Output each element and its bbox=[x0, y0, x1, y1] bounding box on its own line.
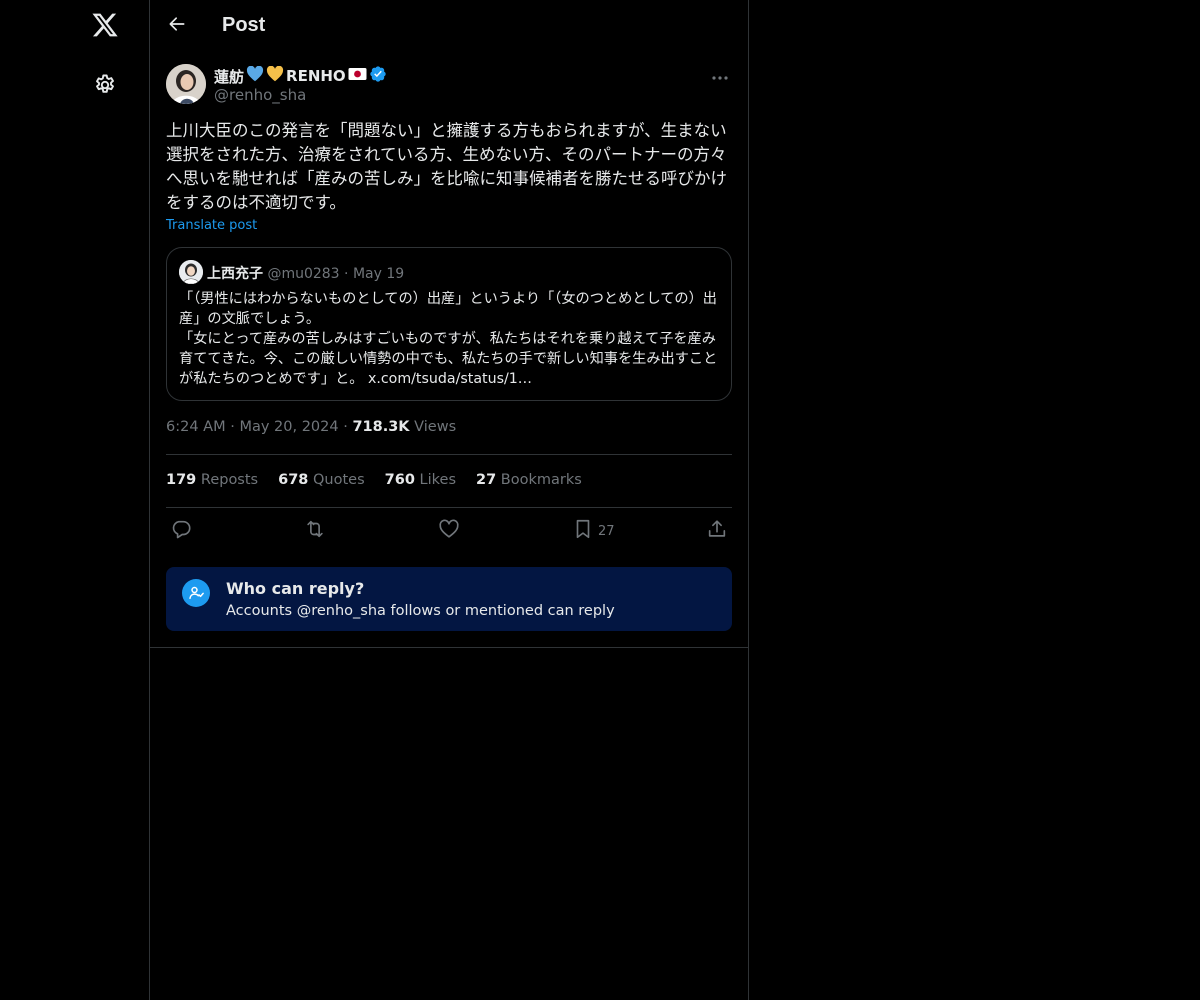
quotes-label: Quotes bbox=[313, 472, 365, 488]
divider bbox=[150, 647, 748, 648]
left-nav-rail bbox=[0, 0, 150, 1000]
author-handle[interactable]: @renho_sha bbox=[214, 86, 306, 104]
more-horizontal-icon bbox=[711, 66, 729, 85]
quote-author-name: 上西充子 bbox=[207, 266, 263, 282]
divider bbox=[166, 454, 732, 455]
quote-separator: · bbox=[344, 266, 353, 282]
reply-icon bbox=[170, 518, 192, 544]
bookmarks-label: Bookmarks bbox=[500, 472, 582, 488]
translate-post-link[interactable]: Translate post bbox=[166, 218, 257, 233]
blue-heart-icon bbox=[246, 65, 264, 86]
page-title: Post bbox=[222, 14, 266, 36]
quote-header: 上西充子 @mu0283 · May 19 bbox=[207, 263, 404, 283]
who-can-reply-title: Who can reply? bbox=[226, 579, 365, 598]
who-can-reply-notice: Who can reply? Accounts @renho_sha follo… bbox=[166, 567, 732, 631]
reposts-stat[interactable]: 179 Reposts bbox=[166, 472, 258, 488]
arrow-left-icon bbox=[167, 14, 187, 38]
quote-author-avatar bbox=[179, 260, 203, 284]
share-button[interactable] bbox=[706, 518, 728, 544]
author-avatar[interactable] bbox=[166, 64, 206, 104]
bookmarks-count: 27 bbox=[476, 472, 497, 488]
author-name[interactable]: 蓮舫 RENHO bbox=[214, 65, 387, 87]
main-column: Post 蓮舫 RENHO @renho_sha 上川大臣のこの発言を「問題ない… bbox=[150, 0, 749, 1000]
reposts-label: Reposts bbox=[200, 472, 259, 488]
heart-icon bbox=[438, 518, 460, 544]
quotes-count: 678 bbox=[278, 472, 309, 488]
post-text: 上川大臣のこの発言を「問題ない」と擁護する方もおられますが、生まない選択をされた… bbox=[166, 121, 727, 212]
gear-icon bbox=[93, 73, 117, 101]
yellow-heart-icon bbox=[266, 65, 284, 86]
engagement-stats: 179 Reposts 678 Quotes 760 Likes 27 Book… bbox=[166, 472, 582, 488]
bookmark-count: 27 bbox=[598, 523, 615, 539]
more-options-button[interactable] bbox=[708, 64, 732, 86]
author-name-text: 蓮舫 bbox=[214, 67, 245, 86]
author-name-suffix: RENHO bbox=[286, 67, 346, 85]
user-check-icon bbox=[182, 579, 210, 607]
post-metadata: 6:24 AM · May 20, 2024 · 718.3K Views bbox=[166, 419, 456, 435]
quote-text: 「（男性にはわからないものとしての）出産」というより「（女のつとめとしての）出産… bbox=[179, 289, 724, 389]
bookmark-icon bbox=[572, 518, 594, 544]
page-header: Post bbox=[150, 0, 748, 54]
bookmark-button[interactable]: 27 bbox=[572, 518, 615, 544]
bookmarks-stat[interactable]: 27 Bookmarks bbox=[476, 472, 582, 488]
repost-button[interactable] bbox=[303, 518, 327, 544]
share-icon bbox=[706, 518, 728, 544]
likes-stat[interactable]: 760 Likes bbox=[385, 472, 456, 488]
reposts-count: 179 bbox=[166, 472, 197, 488]
like-button[interactable] bbox=[438, 518, 460, 544]
quote-date: May 19 bbox=[352, 266, 405, 282]
divider bbox=[166, 507, 732, 508]
quote-text-line: 「（男性にはわからないものとしての）出産」というより「（女のつとめとしての）出産… bbox=[179, 291, 717, 327]
views-count: 718.3K bbox=[352, 419, 410, 435]
repost-icon bbox=[303, 518, 327, 544]
quote-text-line: 「女にとって産みの苦しみはすごいものですが、私たちはそれを乗り越えて子を産み育て… bbox=[179, 331, 718, 387]
quote-author-handle: @mu0283 bbox=[267, 266, 340, 282]
post-actions: 27 bbox=[166, 518, 732, 544]
views-label: Views bbox=[414, 419, 457, 435]
verified-badge-icon[interactable] bbox=[369, 65, 387, 87]
post-time[interactable]: 6:24 AM bbox=[166, 419, 226, 435]
who-can-reply-subtitle: Accounts @renho_sha follows or mentioned… bbox=[226, 603, 615, 619]
settings-button[interactable] bbox=[80, 62, 130, 112]
likes-label: Likes bbox=[419, 472, 456, 488]
post-date[interactable]: May 20, 2024 bbox=[239, 419, 338, 435]
back-button[interactable] bbox=[160, 9, 194, 43]
japan-flag-icon bbox=[348, 67, 367, 85]
quotes-stat[interactable]: 678 Quotes bbox=[278, 472, 365, 488]
home-logo-button[interactable] bbox=[80, 2, 130, 52]
x-logo-icon bbox=[91, 11, 119, 43]
likes-count: 760 bbox=[384, 472, 415, 488]
quoted-post[interactable]: 上西充子 @mu0283 · May 19 「（男性にはわからないものとしての）… bbox=[166, 247, 732, 401]
reply-button[interactable] bbox=[170, 518, 192, 544]
